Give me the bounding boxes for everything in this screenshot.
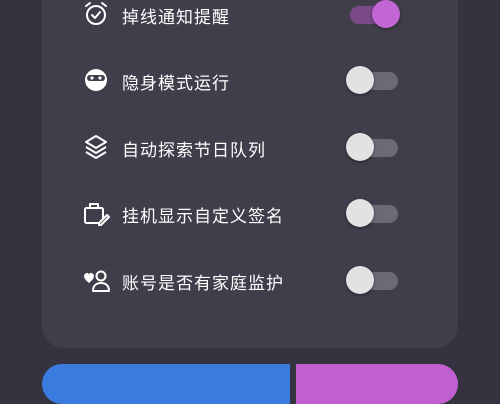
setting-label: 挂机显示自定义签名 bbox=[122, 207, 284, 227]
toggle-knob bbox=[372, 0, 400, 28]
primary-action-button[interactable] bbox=[42, 364, 290, 404]
stealth-mode-toggle[interactable] bbox=[346, 66, 400, 94]
setting-row-festival-queue: 自动探索节日队列 bbox=[82, 127, 412, 167]
briefcase-edit-icon bbox=[82, 199, 110, 227]
guardian-heart-icon bbox=[82, 266, 110, 294]
setting-row-custom-signature: 挂机显示自定义签名 bbox=[82, 193, 412, 233]
setting-row-offline-alert: 掉线通知提醒 bbox=[82, 0, 412, 34]
setting-label: 隐身模式运行 bbox=[122, 74, 230, 94]
alarm-clock-icon bbox=[82, 0, 110, 28]
setting-label: 自动探索节日队列 bbox=[122, 141, 266, 161]
toggle-knob bbox=[346, 66, 374, 94]
setting-row-stealth-mode: 隐身模式运行 bbox=[82, 60, 412, 100]
toggle-knob bbox=[346, 199, 374, 227]
festival-queue-toggle[interactable] bbox=[346, 133, 400, 161]
layers-icon bbox=[82, 133, 110, 161]
setting-label: 掉线通知提醒 bbox=[122, 8, 230, 28]
family-guardian-toggle[interactable] bbox=[346, 266, 400, 294]
setting-label: 账号是否有家庭监护 bbox=[122, 274, 284, 294]
toggle-knob bbox=[346, 133, 374, 161]
toggle-knob bbox=[346, 266, 374, 294]
incognito-mask-icon bbox=[82, 66, 110, 94]
custom-signature-toggle[interactable] bbox=[346, 199, 400, 227]
setting-row-family-guardian: 账号是否有家庭监护 bbox=[82, 260, 412, 300]
offline-alert-toggle[interactable] bbox=[346, 0, 400, 28]
secondary-action-button[interactable] bbox=[296, 364, 458, 404]
